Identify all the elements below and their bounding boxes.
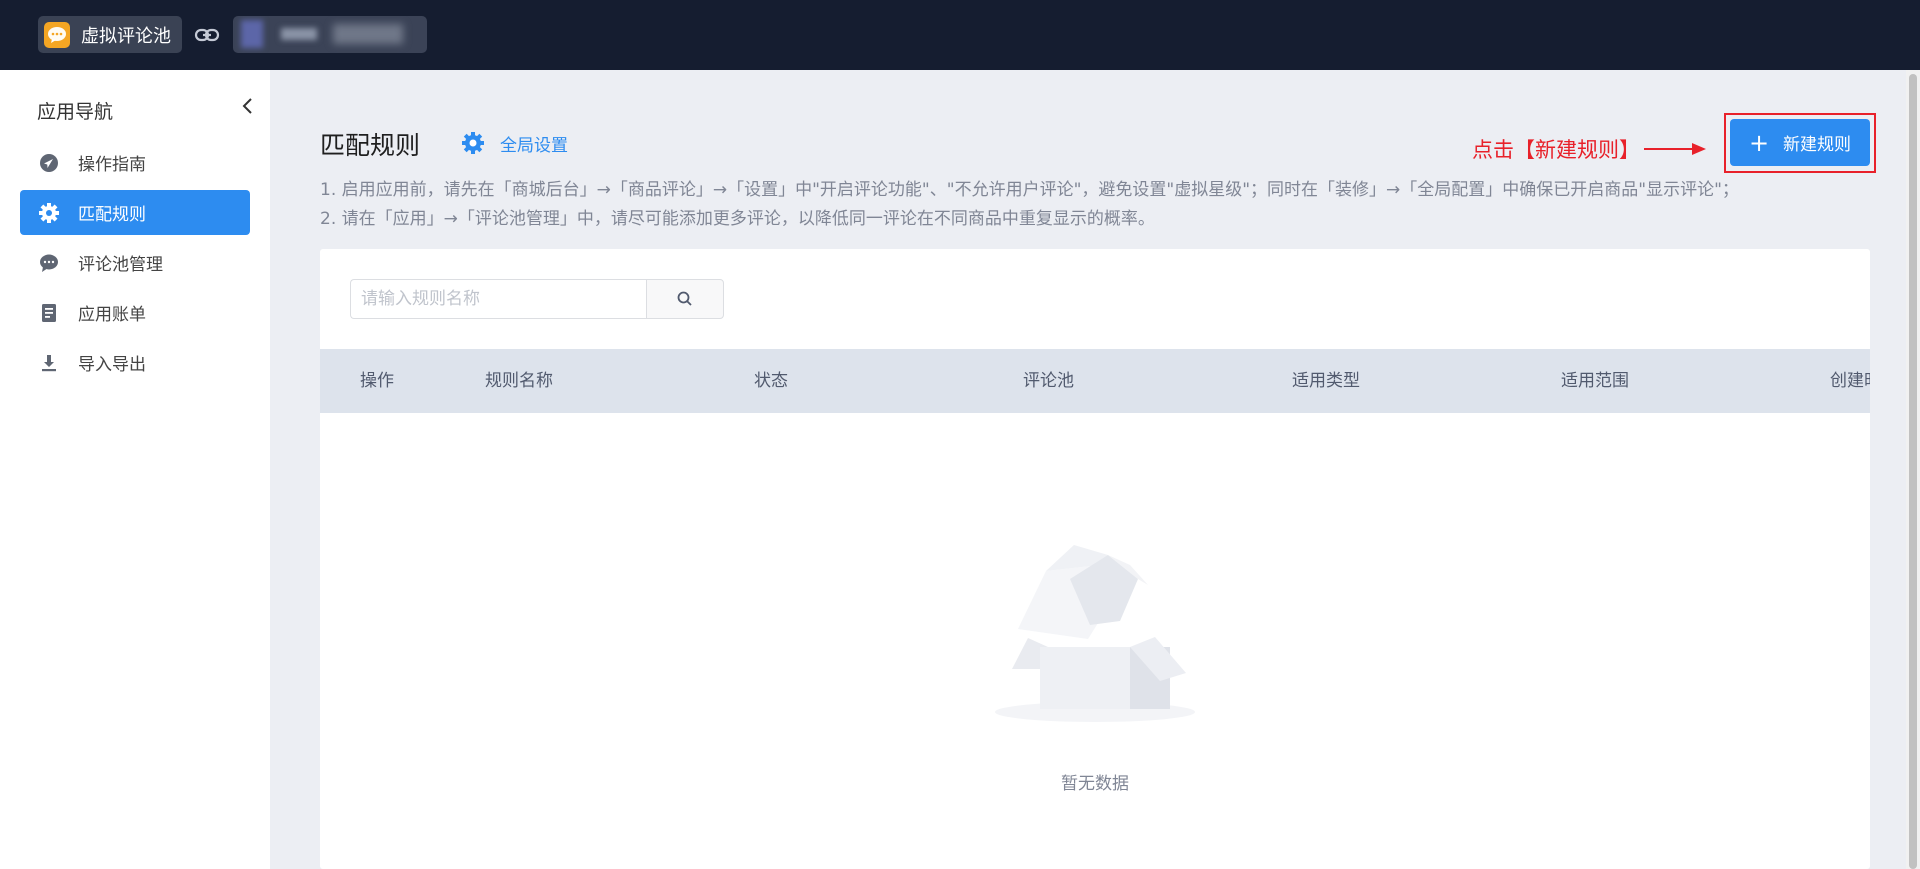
global-settings-label: 全局设置 bbox=[500, 135, 568, 156]
store-name-blurred bbox=[281, 28, 317, 40]
annotation-text: 点击【新建规则】 bbox=[1472, 138, 1640, 162]
bill-icon bbox=[38, 302, 60, 324]
sidebar-item-label: 匹配规则 bbox=[78, 205, 146, 225]
column-header: 适用范围 bbox=[1561, 371, 1629, 391]
column-header: 规则名称 bbox=[485, 371, 553, 391]
sidebar-title: 应用导航 bbox=[37, 101, 114, 123]
new-rule-button[interactable]: + 新建规则 bbox=[1730, 119, 1870, 166]
column-header: 创建时间 bbox=[1830, 371, 1870, 391]
store-name-blurred-2 bbox=[333, 24, 403, 44]
navigation-arrow-icon bbox=[38, 152, 60, 174]
new-rule-label: 新建规则 bbox=[1783, 135, 1852, 155]
instructions: 1. 启用应用前，请先在「商城后台」→「商品评论」→「设置」中"开启评论功能"、… bbox=[320, 176, 1920, 234]
sidebar-item-guide[interactable]: 操作指南 bbox=[20, 140, 250, 185]
settings-eye-icon bbox=[460, 130, 486, 156]
empty-state-text: 暂无数据 bbox=[1061, 774, 1129, 794]
sidebar-item-label: 评论池管理 bbox=[78, 255, 163, 275]
column-header: 评论池 bbox=[1023, 371, 1074, 391]
column-header: 状态 bbox=[754, 371, 788, 391]
scrollbar-thumb[interactable] bbox=[1909, 74, 1917, 869]
column-header: 适用类型 bbox=[1292, 371, 1360, 391]
comment-icon bbox=[38, 252, 60, 274]
global-settings-link[interactable]: 全局设置 bbox=[460, 130, 568, 156]
gear-icon bbox=[38, 202, 60, 224]
store-selector[interactable] bbox=[233, 16, 427, 53]
rule-search-input[interactable] bbox=[350, 279, 646, 319]
top-bar: 虚拟评论池 bbox=[0, 0, 1920, 70]
rules-panel: 操作 规则名称 状态 评论池 适用类型 适用范围 创建时间 暂无数据 bbox=[320, 249, 1870, 869]
arrow-right-icon bbox=[1644, 143, 1706, 155]
sidebar-item-label: 应用账单 bbox=[78, 305, 146, 325]
sidebar-item-label: 操作指南 bbox=[78, 155, 146, 175]
app-name: 虚拟评论池 bbox=[81, 25, 171, 47]
chevron-left-icon[interactable] bbox=[238, 94, 258, 118]
empty-box-illustration bbox=[995, 545, 1195, 722]
sidebar-item-comment-pool[interactable]: 评论池管理 bbox=[20, 240, 250, 285]
store-avatar bbox=[241, 20, 263, 48]
chat-bubble-icon bbox=[44, 21, 70, 48]
sidebar: 应用导航 操作指南 匹配规则 评论池管理 应用账单 导入导出 bbox=[0, 70, 270, 869]
link-icon[interactable] bbox=[194, 24, 220, 46]
instruction-line: 2. 请在「应用」→「评论池管理」中，请尽可能添加更多评论，以降低同一评论在不同… bbox=[320, 209, 1155, 229]
search-icon bbox=[677, 291, 692, 306]
plus-icon: + bbox=[1748, 128, 1770, 157]
search-button[interactable] bbox=[646, 279, 724, 319]
sidebar-nav: 操作指南 匹配规则 评论池管理 应用账单 导入导出 bbox=[20, 140, 250, 390]
app-switcher[interactable]: 虚拟评论池 bbox=[38, 16, 182, 53]
annotation: 点击【新建规则】 bbox=[1472, 134, 1706, 164]
page-title: 匹配规则 bbox=[320, 131, 421, 160]
sidebar-item-rules[interactable]: 匹配规则 bbox=[20, 190, 250, 235]
table-header: 操作 规则名称 状态 评论池 适用类型 适用范围 创建时间 bbox=[320, 349, 1870, 413]
sidebar-item-label: 导入导出 bbox=[78, 355, 146, 375]
column-header: 操作 bbox=[360, 371, 394, 391]
download-icon bbox=[38, 352, 60, 374]
sidebar-item-bill[interactable]: 应用账单 bbox=[20, 290, 250, 335]
instruction-line: 1. 启用应用前，请先在「商城后台」→「商品评论」→「设置」中"开启评论功能"、… bbox=[320, 180, 1739, 200]
sidebar-item-import-export[interactable]: 导入导出 bbox=[20, 340, 250, 385]
page-scrollbar[interactable] bbox=[1906, 70, 1920, 869]
